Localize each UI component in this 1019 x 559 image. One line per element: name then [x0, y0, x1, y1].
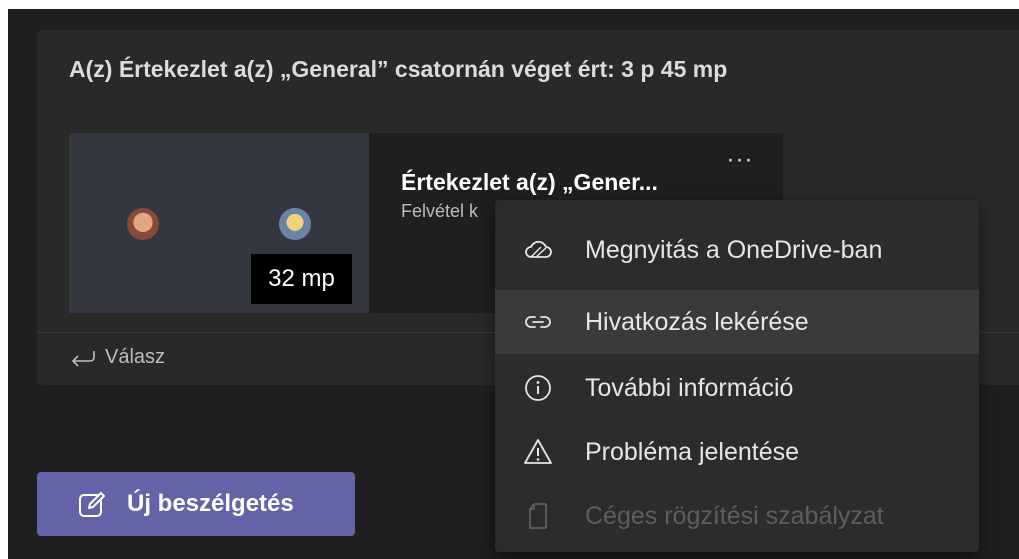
menu-item-label: Probléma jelentése [585, 437, 800, 466]
post-title: A(z) Értekezlet a(z) „General” csatornán… [69, 56, 728, 82]
link-icon [523, 307, 553, 337]
menu-item-open-onedrive[interactable]: Megnyitás a OneDrive-ban [495, 218, 979, 282]
menu-item-recording-policy: Céges rögzítési szabályzat [495, 484, 979, 548]
more-options-button[interactable]: ··· [717, 148, 763, 177]
menu-item-label: Hivatkozás lekérése [585, 307, 809, 336]
recording-title[interactable]: Értekezlet a(z) „Gener... [401, 169, 658, 196]
warning-icon [523, 437, 553, 467]
menu-item-get-link[interactable]: Hivatkozás lekérése [495, 290, 979, 354]
recording-duration: 32 mp [251, 254, 352, 304]
reply-arrow-icon [69, 348, 97, 368]
compose-icon [77, 489, 107, 519]
info-icon [523, 373, 553, 403]
reply-label: Válasz [105, 346, 166, 368]
new-conversation-label: Új beszélgetés [127, 490, 294, 517]
menu-item-label: Megnyitás a OneDrive-ban [585, 235, 883, 264]
document-icon [523, 501, 553, 531]
menu-item-report-problem[interactable]: Probléma jelentése [495, 420, 979, 484]
participant-avatar [127, 208, 159, 240]
reply-button[interactable]: Válasz [69, 346, 165, 369]
participant-avatar [279, 208, 311, 240]
menu-item-label: Céges rögzítési szabályzat [585, 501, 884, 530]
recording-subtitle: Felvétel k [401, 201, 479, 221]
menu-item-label: További információ [585, 373, 794, 402]
context-menu: Megnyitás a OneDrive-ban Hivatkozás leké… [495, 200, 979, 552]
menu-item-more-info[interactable]: További információ [495, 356, 979, 420]
new-conversation-button[interactable]: Új beszélgetés [37, 472, 355, 536]
onedrive-cloud-icon [523, 235, 553, 265]
teams-channel-view: A(z) Értekezlet a(z) „General” csatornán… [8, 9, 1019, 559]
recording-thumbnail[interactable]: 32 mp [69, 133, 369, 313]
